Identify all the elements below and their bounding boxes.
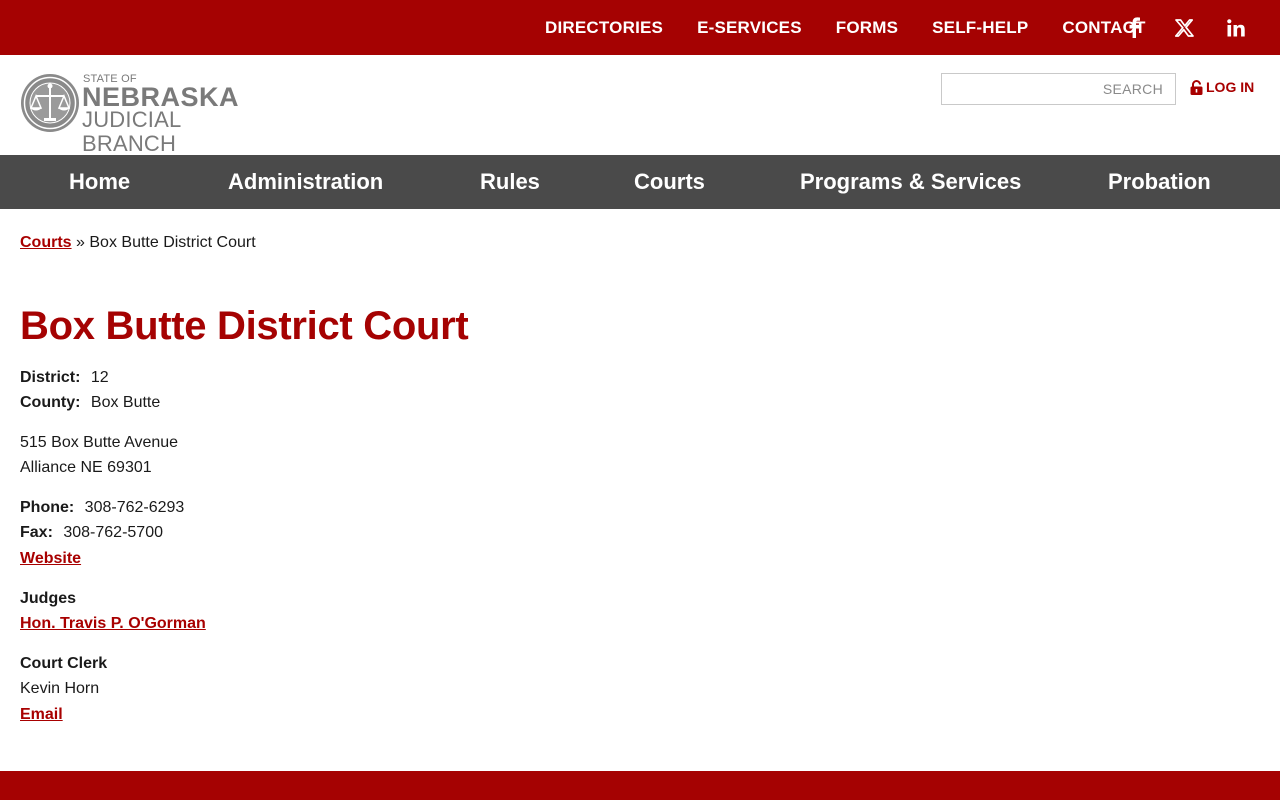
phone-value: 308-762-6293	[84, 499, 185, 516]
linkedin-icon[interactable]	[1226, 18, 1246, 37]
district-value: 12	[90, 369, 109, 386]
court-address: 515 Box Butte Avenue Alliance NE 69301	[20, 430, 1260, 480]
site-footer	[0, 771, 1280, 800]
lock-icon	[1190, 79, 1203, 95]
breadcrumb-separator: »	[76, 234, 85, 251]
email-link[interactable]: Email	[20, 706, 63, 723]
fax-value: 308-762-5700	[63, 524, 163, 541]
clerk-heading: Court Clerk	[20, 655, 108, 672]
breadcrumb: Courts » Box Butte District Court	[20, 230, 1260, 256]
phone-label: Phone:	[20, 499, 75, 516]
facebook-icon[interactable]	[1124, 17, 1144, 38]
clerk-name: Kevin Horn	[20, 680, 100, 697]
county-label: County:	[20, 394, 81, 411]
court-contact: Phone: 308-762-6293 Fax: 308-762-5700 We…	[20, 495, 1260, 571]
login-label: LOG IN	[1206, 79, 1255, 95]
nav-item-courts[interactable]: Courts	[634, 155, 705, 209]
social-links	[1124, 0, 1246, 55]
logo-line-judicial-branch: JUDICIAL BRANCH	[82, 107, 181, 156]
address-line-2: Alliance NE 69301	[20, 459, 152, 476]
nav-item-programs-services[interactable]: Programs & Services	[800, 155, 1021, 209]
x-twitter-icon[interactable]	[1174, 18, 1194, 37]
clerk-section: Court Clerk Kevin Horn Email	[20, 651, 1260, 727]
nav-item-rules[interactable]: Rules	[480, 155, 540, 209]
district-label: District:	[20, 369, 81, 386]
site-logo[interactable]: STATE OF NEBRASKA JUDICIAL BRANCH	[20, 72, 280, 156]
utility-link-directories[interactable]: DIRECTORIES	[545, 18, 663, 38]
address-line-1: 515 Box Butte Avenue	[20, 434, 179, 451]
page-title: Box Butte District Court	[20, 304, 469, 348]
utility-link-forms[interactable]: FORMS	[836, 18, 898, 38]
site-header: STATE OF NEBRASKA JUDICIAL BRANCH LOG IN	[0, 55, 1280, 156]
judge-link[interactable]: Hon. Travis P. O'Gorman	[20, 615, 206, 632]
main-content: Courts » Box Butte District Court Box Bu…	[20, 230, 1260, 727]
county-value: Box Butte	[90, 394, 161, 411]
nav-item-home[interactable]: Home	[69, 155, 130, 209]
search-input[interactable]	[941, 73, 1176, 105]
judges-section: Judges Hon. Travis P. O'Gorman	[20, 586, 1260, 636]
utility-link-e-services[interactable]: E-SERVICES	[697, 18, 802, 38]
top-utility-bar: DIRECTORIES E-SERVICES FORMS SELF-HELP C…	[0, 0, 1280, 55]
utility-link-self-help[interactable]: SELF-HELP	[932, 18, 1028, 38]
breadcrumb-current: Box Butte District Court	[89, 234, 256, 251]
fax-label: Fax:	[20, 524, 53, 541]
nav-item-probation[interactable]: Probation	[1108, 155, 1211, 209]
breadcrumb-link-courts[interactable]: Courts	[20, 234, 72, 251]
utility-nav: DIRECTORIES E-SERVICES FORMS SELF-HELP C…	[545, 0, 1146, 55]
main-navigation: Home Administration Rules Courts Program…	[0, 155, 1280, 209]
nav-item-administration[interactable]: Administration	[228, 155, 383, 209]
website-link[interactable]: Website	[20, 550, 81, 567]
judges-heading: Judges	[20, 590, 77, 607]
login-link[interactable]: LOG IN	[1190, 77, 1254, 97]
court-district-county: District: 12 County: Box Butte	[20, 365, 1260, 415]
